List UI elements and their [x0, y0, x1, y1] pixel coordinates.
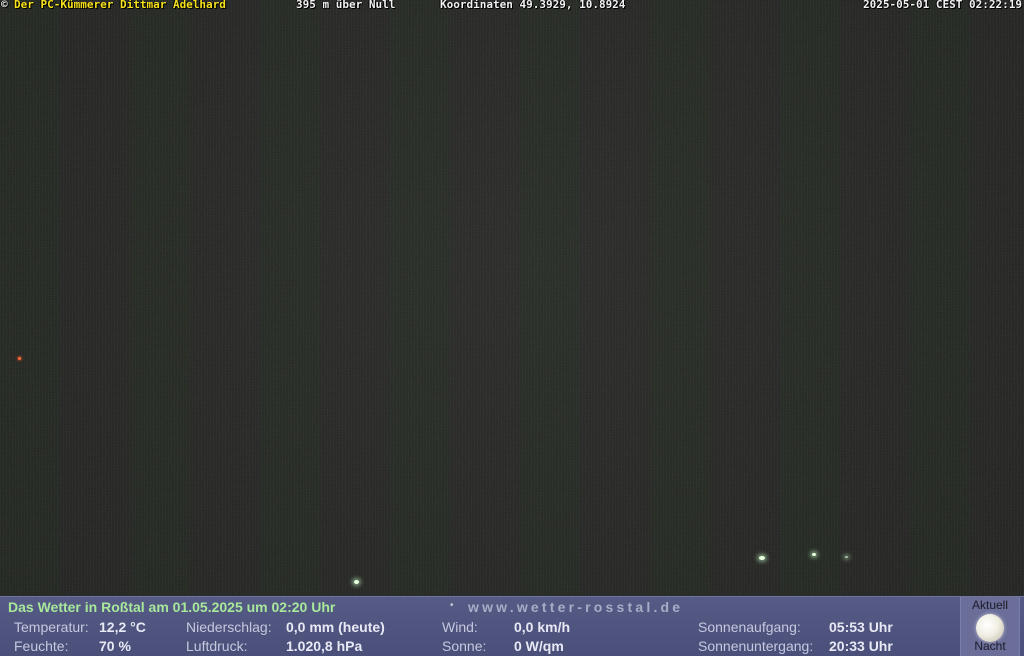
webcam-frame: © Der PC-Kümmerer Dittmar Adelhard 395 m… — [0, 0, 1024, 656]
weather-title: Das Wetter in Roßtal am 01.05.2025 um 02… — [8, 599, 336, 615]
humidity-label: Feuchte: — [14, 638, 69, 654]
moon-top-label: Aktuell — [971, 598, 1009, 612]
night-sky-noise — [0, 0, 1024, 596]
weather-info-bar: Das Wetter in Roßtal am 01.05.2025 um 02… — [0, 596, 1024, 656]
temperature-value: 12,2 °C — [99, 619, 146, 635]
humidity-value: 70 % — [99, 638, 131, 654]
wind-label: Wind: — [442, 619, 478, 635]
pressure-value: 1.020,8 hPa — [286, 638, 363, 654]
street-light — [845, 556, 848, 558]
altitude-caption: 395 m über Null — [296, 0, 396, 11]
copyright-symbol: © — [1, 0, 8, 11]
moon-bottom-label: Nacht — [974, 639, 1006, 653]
wind-value: 0,0 km/h — [514, 619, 571, 635]
distant-red-light — [18, 357, 21, 360]
website-link[interactable]: www.wetter-rosstal.de — [468, 599, 683, 615]
sunset-label: Sonnenuntergang: — [698, 638, 814, 654]
coordinates-caption: Koordinaten 49.3929, 10.8924 — [440, 0, 626, 11]
full-moon-icon — [976, 614, 1004, 642]
url-bullet: • — [450, 600, 454, 611]
street-light — [812, 553, 816, 556]
precipitation-label: Niederschlag: — [186, 619, 272, 635]
precipitation-value: 0,0 mm (heute) — [286, 619, 385, 635]
moon-phase-panel: Aktuell Nacht — [960, 597, 1020, 656]
street-light — [759, 556, 765, 560]
author-caption: Der PC-Kümmerer Dittmar Adelhard — [14, 0, 226, 11]
street-light — [354, 580, 359, 584]
timestamp-caption: 2025-05-01 CEST 02:22:19 — [863, 0, 1022, 11]
pressure-label: Luftdruck: — [186, 638, 248, 654]
sun-radiation-value: 0 W/qm — [514, 638, 564, 654]
temperature-label: Temperatur: — [14, 619, 89, 635]
sunrise-value: 05:53 Uhr — [829, 619, 893, 635]
camera-overlay-caption: © Der PC-Kümmerer Dittmar Adelhard 395 m… — [0, 0, 1024, 12]
sunrise-label: Sonnenaufgang: — [698, 619, 801, 635]
sun-radiation-label: Sonne: — [442, 638, 487, 654]
sunset-value: 20:33 Uhr — [829, 638, 893, 654]
